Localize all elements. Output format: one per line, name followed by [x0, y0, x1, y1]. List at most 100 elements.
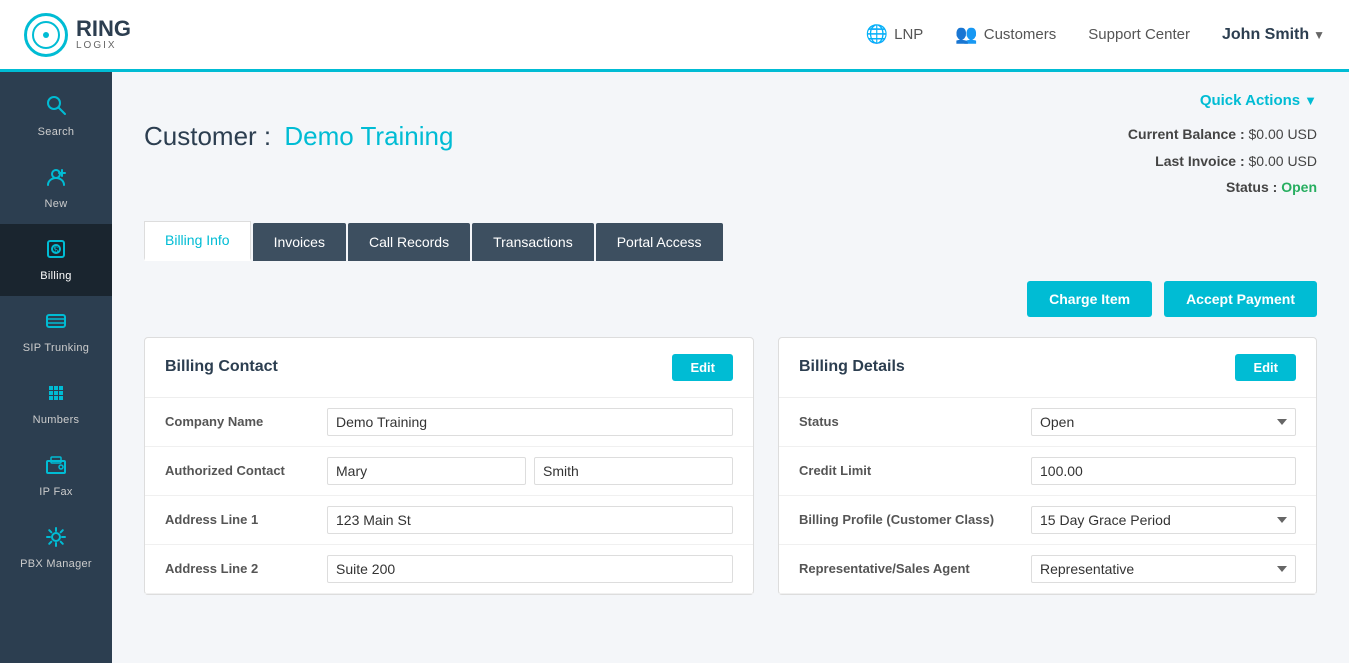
representative-select[interactable]: Representative	[1031, 555, 1296, 583]
address-line2-row: Address Line 2	[145, 545, 753, 594]
billing-profile-label: Billing Profile (Customer Class)	[799, 512, 1019, 527]
logo-brand: RING	[76, 18, 131, 40]
address-line1-label: Address Line 1	[165, 512, 315, 527]
sidebar-item-billing[interactable]: $ Billing	[0, 224, 112, 296]
quick-actions-bar: Quick Actions ▼	[144, 92, 1317, 109]
customer-info-right: Current Balance : $0.00 USD Last Invoice…	[1128, 121, 1317, 201]
sidebar-item-new[interactable]: New	[0, 152, 112, 224]
status-value: Open	[1281, 179, 1317, 195]
company-name-input[interactable]	[327, 408, 733, 436]
sidebar-item-sip-trunking[interactable]: SIP Trunking	[0, 296, 112, 368]
sidebar-ipfax-label: IP Fax	[39, 486, 72, 498]
new-icon	[45, 166, 67, 194]
ip-fax-icon	[45, 454, 67, 482]
tabs: Billing Info Invoices Call Records Trans…	[144, 221, 1317, 261]
customers-label: Customers	[984, 26, 1057, 43]
tab-billing-info[interactable]: Billing Info	[144, 221, 251, 261]
sidebar-item-pbx-manager[interactable]: PBX Manager	[0, 512, 112, 584]
lnp-label: LNP	[894, 26, 923, 43]
sidebar-search-label: Search	[38, 126, 75, 138]
svg-text:$: $	[54, 246, 59, 255]
address-line2-label: Address Line 2	[165, 561, 315, 576]
current-balance-value: $0.00 USD	[1249, 126, 1317, 142]
authorized-contact-first-input[interactable]	[327, 457, 526, 485]
sidebar-numbers-label: Numbers	[33, 414, 80, 426]
logo-icon	[24, 13, 68, 57]
billing-contact-card-header: Billing Contact Edit	[145, 338, 753, 398]
lnp-link[interactable]: 🌐 LNP	[866, 24, 924, 45]
status-label: Status :	[1226, 179, 1277, 195]
pbx-manager-icon	[45, 526, 67, 554]
address-line2-input[interactable]	[327, 555, 733, 583]
authorized-contact-inputs	[327, 457, 733, 485]
sidebar-sip-label: SIP Trunking	[23, 342, 89, 354]
sidebar-item-search[interactable]: Search	[0, 80, 112, 152]
user-menu-arrow: ▼	[1313, 28, 1325, 42]
credit-limit-row: Credit Limit	[779, 447, 1316, 496]
sidebar: Search New $ Billing	[0, 72, 112, 663]
customer-prefix: Customer :	[144, 121, 271, 151]
accept-payment-button[interactable]: Accept Payment	[1164, 281, 1317, 317]
search-icon	[45, 94, 67, 122]
company-name-row: Company Name	[145, 398, 753, 447]
support-label: Support Center	[1088, 26, 1190, 43]
billing-contact-title: Billing Contact	[165, 358, 278, 376]
tab-portal-access[interactable]: Portal Access	[596, 223, 723, 261]
tab-call-records[interactable]: Call Records	[348, 223, 470, 261]
credit-limit-input[interactable]	[1031, 457, 1296, 485]
logo[interactable]: RING LOGIX	[24, 13, 131, 57]
current-balance-label: Current Balance :	[1128, 126, 1245, 142]
billing-details-card-header: Billing Details Edit	[779, 338, 1316, 398]
main-content: Quick Actions ▼ Customer : Demo Training…	[112, 72, 1349, 663]
billing-details-card: Billing Details Edit Status Open Credit …	[778, 337, 1317, 595]
lnp-icon: 🌐	[866, 24, 888, 45]
representative-row: Representative/Sales Agent Representativ…	[779, 545, 1316, 594]
user-name: John Smith	[1222, 26, 1309, 44]
sidebar-item-ip-fax[interactable]: IP Fax	[0, 440, 112, 512]
authorized-contact-label: Authorized Contact	[165, 463, 315, 478]
billing-contact-edit-button[interactable]: Edit	[672, 354, 733, 381]
cards-row: Billing Contact Edit Company Name Author…	[144, 337, 1317, 595]
customer-title: Customer : Demo Training	[144, 121, 453, 152]
numbers-icon	[45, 382, 67, 410]
quick-actions-label: Quick Actions	[1200, 92, 1300, 109]
user-menu[interactable]: John Smith ▼	[1222, 26, 1325, 44]
sidebar-pbx-label: PBX Manager	[20, 558, 92, 570]
company-name-label: Company Name	[165, 414, 315, 429]
quick-actions-arrow: ▼	[1304, 93, 1317, 108]
sidebar-billing-label: Billing	[40, 270, 71, 282]
billing-profile-select[interactable]: 15 Day Grace Period	[1031, 506, 1296, 534]
credit-limit-label: Credit Limit	[799, 463, 1019, 478]
current-balance-row: Current Balance : $0.00 USD	[1128, 121, 1317, 148]
authorized-contact-last-input[interactable]	[534, 457, 733, 485]
charge-item-button[interactable]: Charge Item	[1027, 281, 1152, 317]
customer-header: Customer : Demo Training Current Balance…	[144, 121, 1317, 201]
last-invoice-label: Last Invoice :	[1155, 153, 1244, 169]
status-select[interactable]: Open	[1031, 408, 1296, 436]
address-line1-input[interactable]	[327, 506, 733, 534]
billing-details-title: Billing Details	[799, 358, 905, 376]
status-field-row: Status Open	[779, 398, 1316, 447]
billing-icon: $	[45, 238, 67, 266]
customers-icon: 👥	[955, 24, 977, 45]
tab-invoices[interactable]: Invoices	[253, 223, 346, 261]
logo-text-block: RING LOGIX	[76, 18, 131, 51]
customers-link[interactable]: 👥 Customers	[955, 24, 1056, 45]
logo-sub: LOGIX	[76, 40, 131, 51]
action-buttons: Charge Item Accept Payment	[144, 281, 1317, 317]
billing-profile-row: Billing Profile (Customer Class) 15 Day …	[779, 496, 1316, 545]
sidebar-new-label: New	[45, 198, 68, 210]
billing-details-edit-button[interactable]: Edit	[1235, 354, 1296, 381]
tab-transactions[interactable]: Transactions	[472, 223, 594, 261]
quick-actions-button[interactable]: Quick Actions ▼	[1200, 92, 1317, 109]
top-nav-right: 🌐 LNP 👥 Customers Support Center John Sm…	[866, 24, 1325, 45]
sip-trunking-icon	[45, 310, 67, 338]
address-line1-row: Address Line 1	[145, 496, 753, 545]
support-link[interactable]: Support Center	[1088, 26, 1190, 43]
representative-label: Representative/Sales Agent	[799, 561, 1019, 576]
sidebar-item-numbers[interactable]: Numbers	[0, 368, 112, 440]
top-nav: RING LOGIX 🌐 LNP 👥 Customers Support Cen…	[0, 0, 1349, 72]
last-invoice-value: $0.00 USD	[1249, 153, 1317, 169]
last-invoice-row: Last Invoice : $0.00 USD	[1128, 148, 1317, 175]
status-row: Status : Open	[1128, 174, 1317, 201]
